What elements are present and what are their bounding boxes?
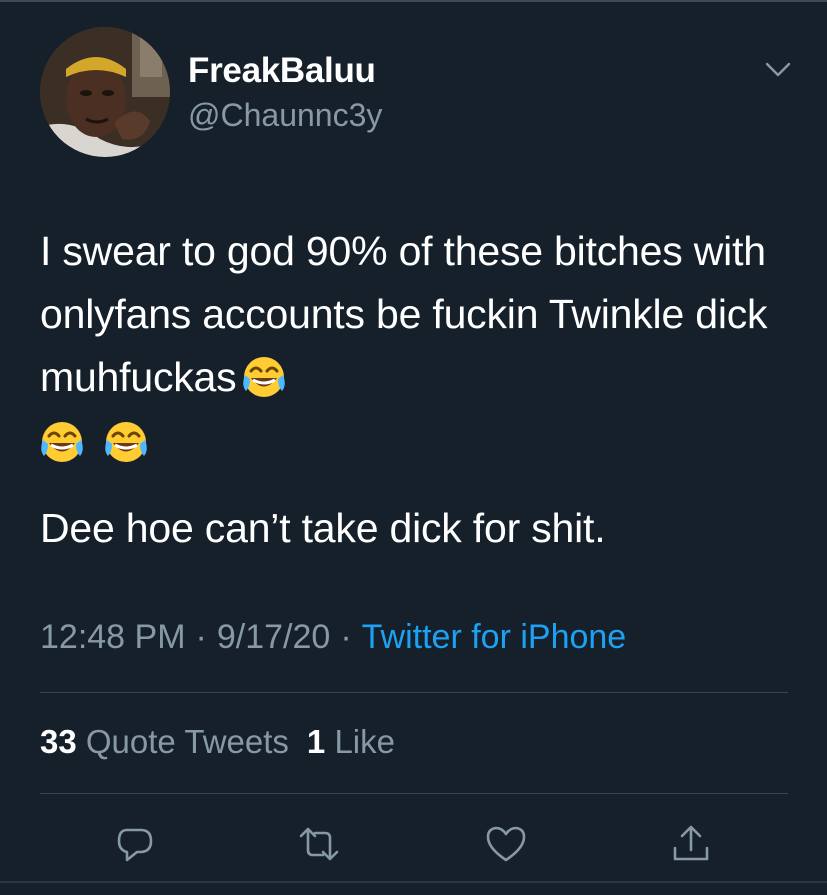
tweet-text-line2: Dee hoe can’t take dick for shit. [40,505,606,551]
author-display-name[interactable]: FreakBaluu [188,51,376,91]
tweet-stats: 33 Quote Tweets 1 Like [40,723,395,761]
tweet-time[interactable]: 12:48 PM [40,618,186,656]
author-handle[interactable]: @Chaunnc3y [188,97,382,134]
retweet-icon [299,827,339,861]
reply-icon [117,828,153,862]
top-divider [0,0,827,2]
likes-count: 1 [306,723,326,760]
tweet-source-link[interactable]: Twitter for iPhone [362,618,627,656]
likes-stat[interactable]: 1 Like [307,723,395,760]
meta-separator: · [195,618,207,656]
tweet-text: I swear to god 90% of these bitches with… [40,220,800,560]
meta-separator: · [340,618,352,656]
likes-label: Like [334,723,395,760]
tweet-text-line1: I swear to god 90% of these bitches with… [40,228,768,400]
share-button[interactable] [669,822,713,866]
like-button[interactable] [484,822,528,866]
avatar[interactable] [40,27,170,157]
retweet-button[interactable] [297,822,341,866]
bottom-divider [0,881,827,883]
quote-tweets-stat[interactable]: 33 Quote Tweets [40,723,289,760]
quote-tweets-count: 33 [40,723,77,760]
quote-tweets-label: Quote Tweets [85,723,289,760]
laughing-crying-emoji-icon [41,422,83,462]
tweet-date[interactable]: 9/17/20 [217,618,330,656]
laughing-crying-emoji-icon [243,357,286,397]
share-icon [673,825,709,861]
tweet-meta: 12:48 PM · 9/17/20 · Twitter for iPhone [40,618,626,657]
reply-button[interactable] [113,822,157,866]
divider [40,793,788,794]
laughing-crying-emoji-icon [105,422,147,462]
divider [40,692,788,693]
chevron-down-icon[interactable] [764,58,792,80]
heart-icon [486,826,526,862]
emoji-row [40,409,800,477]
